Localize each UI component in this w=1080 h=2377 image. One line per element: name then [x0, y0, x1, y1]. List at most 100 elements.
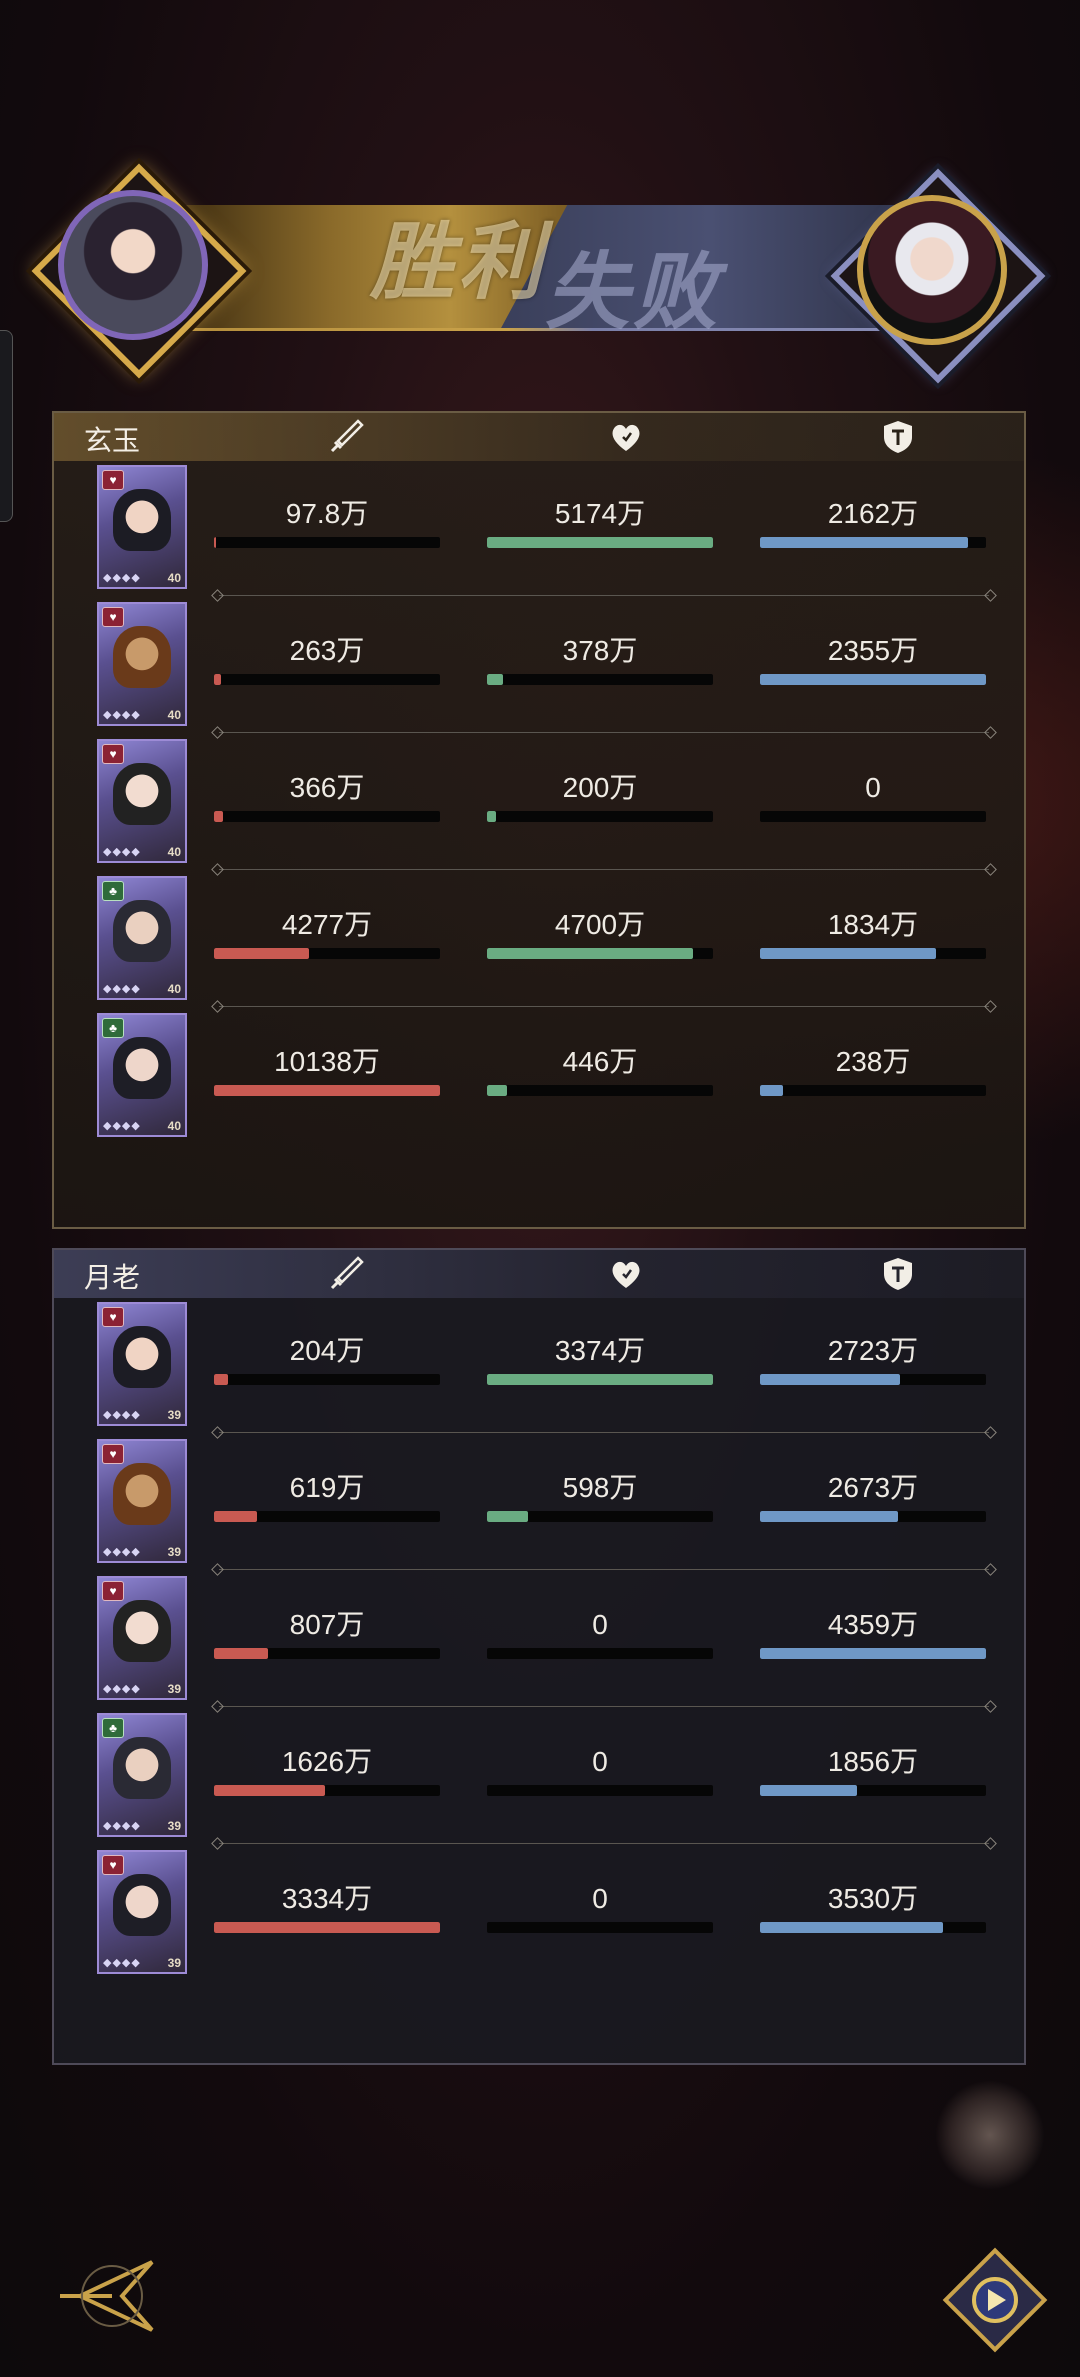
shield-icon: [876, 1254, 920, 1294]
attack-bar: [214, 811, 440, 822]
star-rank-icon: ◆◆◆◆: [103, 983, 141, 995]
defense-bar-fill: [760, 1648, 986, 1659]
attack-bar-fill: [214, 1648, 269, 1659]
defense-bar: [760, 1511, 986, 1522]
row-divider: [219, 732, 989, 733]
attack-bar: [214, 1511, 440, 1522]
winner-team-panel: 玄玉 ♥ ◆◆◆◆ 40 97.8万 5174万 2162万 ♥ ◆◆◆◆ 40 263万 378万…: [52, 411, 1026, 1229]
defense-value: 2162万: [827, 498, 919, 529]
hero-card[interactable]: ♣ ◆◆◆◆ 40: [97, 1013, 187, 1137]
loser-avatar-frame: [830, 168, 1046, 384]
hero-level: 39: [167, 1682, 181, 1696]
hero-portrait: [113, 763, 171, 825]
defense-value: 238万: [835, 1046, 911, 1077]
attack-value: 3334万: [281, 1883, 373, 1914]
attack-bar: [214, 1785, 440, 1796]
attack-bar: [214, 1648, 440, 1659]
heal-value: 4700万: [554, 909, 646, 940]
attack-value: 204万: [289, 1335, 365, 1366]
defense-stat: 0: [760, 771, 986, 822]
hero-card[interactable]: ♥ ◆◆◆◆ 40: [97, 465, 187, 589]
sword-icon: [324, 1254, 368, 1294]
panel-header: 玄玉: [54, 413, 1024, 461]
attack-stat: 619万: [214, 1471, 440, 1522]
hero-card[interactable]: ♣ ◆◆◆◆ 39: [97, 1713, 187, 1837]
heal-value: 5174万: [554, 498, 646, 529]
row-divider: [219, 1843, 989, 1844]
hero-card[interactable]: ♥ ◆◆◆◆ 39: [97, 1850, 187, 1974]
star-rank-icon: ◆◆◆◆: [103, 1120, 141, 1132]
heal-bar: [487, 1785, 713, 1796]
row-divider: [219, 1006, 989, 1007]
attack-value: 263万: [289, 635, 365, 666]
star-rank-icon: ◆◆◆◆: [103, 1957, 141, 1969]
hero-level: 39: [167, 1408, 181, 1422]
defense-value: 2673万: [827, 1472, 919, 1503]
heart-badge-icon: ♥: [102, 744, 124, 764]
defense-value: 1856万: [827, 1746, 919, 1777]
hero-card[interactable]: ♥ ◆◆◆◆ 39: [97, 1302, 187, 1426]
hero-portrait: [113, 1600, 171, 1662]
attack-stat: 366万: [214, 771, 440, 822]
back-button[interactable]: [52, 2250, 162, 2340]
heal-stat: 4700万: [487, 908, 713, 959]
attack-bar-fill: [214, 948, 309, 959]
hero-portrait: [113, 1737, 171, 1799]
defense-bar: [760, 811, 986, 822]
heal-stat: 598万: [487, 1471, 713, 1522]
defense-value: 2723万: [827, 1335, 919, 1366]
attack-stat: 204万: [214, 1334, 440, 1385]
hero-portrait: [113, 1874, 171, 1936]
defense-stat: 1834万: [760, 908, 986, 959]
defense-value: 3530万: [827, 1883, 919, 1914]
hero-level: 39: [167, 1819, 181, 1833]
replay-button[interactable]: [940, 2245, 1050, 2355]
attack-bar-fill: [214, 1085, 440, 1096]
loser-avatar[interactable]: [857, 195, 1007, 345]
defense-value: 1834万: [827, 909, 919, 940]
heal-bar: [487, 1648, 713, 1659]
hero-card[interactable]: ♥ ◆◆◆◆ 40: [97, 602, 187, 726]
hero-portrait: [113, 626, 171, 688]
defense-value: 2355万: [827, 635, 919, 666]
defense-bar: [760, 948, 986, 959]
hero-row: ♣ ◆◆◆◆ 40 10138万 446万 238万: [54, 1009, 1024, 1139]
star-rank-icon: ◆◆◆◆: [103, 1820, 141, 1832]
hero-portrait: [113, 1037, 171, 1099]
defense-stat: 4359万: [760, 1608, 986, 1659]
attack-bar-fill: [214, 537, 217, 548]
attack-bar: [214, 537, 440, 548]
shield-icon: [876, 417, 920, 457]
attack-value: 807万: [289, 1609, 365, 1640]
heal-bar: [487, 537, 713, 548]
hero-row: ♥ ◆◆◆◆ 39 807万 0 4359万: [54, 1572, 1024, 1707]
heal-stat: 3374万: [487, 1334, 713, 1385]
back-arrow-icon: [60, 2260, 154, 2332]
panel-header: 月老: [54, 1250, 1024, 1298]
defense-bar: [760, 1374, 986, 1385]
hero-card[interactable]: ♥ ◆◆◆◆ 39: [97, 1439, 187, 1563]
hero-card[interactable]: ♥ ◆◆◆◆ 39: [97, 1576, 187, 1700]
victory-label: 胜利: [370, 212, 547, 311]
heal-bar-fill: [487, 1511, 528, 1522]
hero-card[interactable]: ♥ ◆◆◆◆ 40: [97, 739, 187, 863]
star-rank-icon: ◆◆◆◆: [103, 572, 141, 584]
heal-stat: 0: [487, 1608, 713, 1659]
heal-bar: [487, 674, 713, 685]
heal-stat: 0: [487, 1745, 713, 1796]
defense-stat: 2723万: [760, 1334, 986, 1385]
heal-bar: [487, 1511, 713, 1522]
heart-icon: [604, 417, 648, 457]
attack-value: 97.8万: [285, 498, 369, 529]
hero-level: 40: [167, 571, 181, 585]
leaf-badge-icon: ♣: [102, 881, 124, 901]
star-rank-icon: ◆◆◆◆: [103, 1683, 141, 1695]
heal-value: 446万: [562, 1046, 638, 1077]
defense-bar-fill: [760, 948, 937, 959]
attack-value: 366万: [289, 772, 365, 803]
winner-avatar[interactable]: [58, 190, 208, 340]
heart-badge-icon: ♥: [102, 1581, 124, 1601]
hero-row: ♥ ◆◆◆◆ 39 619万 598万 2673万: [54, 1435, 1024, 1570]
heal-bar: [487, 1374, 713, 1385]
hero-card[interactable]: ♣ ◆◆◆◆ 40: [97, 876, 187, 1000]
